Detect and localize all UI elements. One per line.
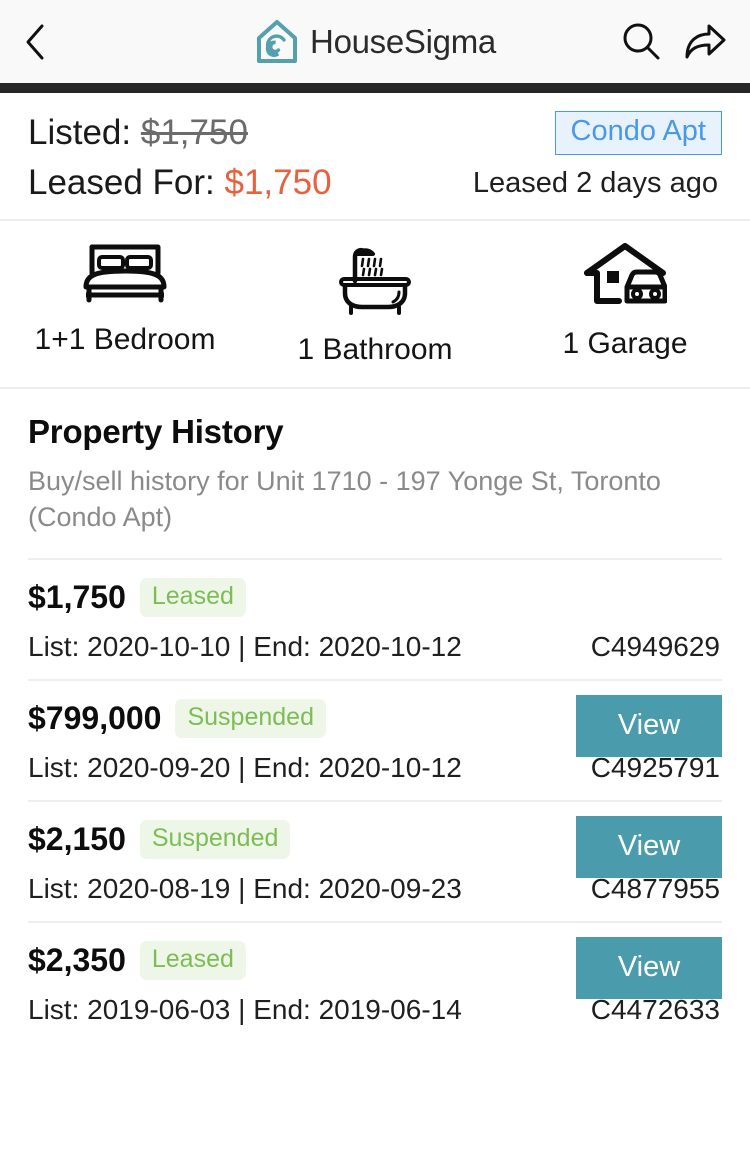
view-button[interactable]: View [576, 694, 722, 757]
back-button[interactable] [22, 22, 68, 62]
price-summary: Listed: $1,750 Condo Apt Leased For: $1,… [0, 93, 750, 221]
brand-name: HouseSigma [310, 22, 496, 60]
listed-price-row: Listed: $1,750 Condo Apt [28, 111, 722, 155]
property-history-section: Property History Buy/sell history for Un… [0, 389, 750, 1042]
house-garage-car-icon [584, 243, 667, 304]
history-dates: List: 2020-09-20 | End: 2020-10-12 [28, 751, 462, 783]
history-price: $2,350 [28, 941, 126, 978]
amenity-garage-label: 1 Garage [562, 327, 688, 360]
search-icon[interactable] [620, 21, 662, 63]
property-history-title: Property History [28, 413, 284, 450]
history-price: $2,150 [28, 820, 126, 857]
status-badge: Leased [139, 577, 246, 617]
amenity-garage: 1 Garage [500, 243, 750, 367]
history-price: $799,000 [28, 699, 162, 736]
amenity-bathroom: 1 Bathroom [250, 243, 500, 367]
nav-actions [620, 21, 728, 63]
property-history-subtitle: Buy/sell history for Unit 1710 - 197 Yon… [28, 466, 661, 533]
table-row: $1,750 Leased List: 2020-10-10 | End: 20… [28, 557, 722, 679]
history-mls-number: C4949629 [590, 630, 720, 662]
history-row-bottom: List: 2020-10-10 | End: 2020-10-12 C4949… [28, 631, 722, 663]
share-arrow-icon[interactable] [682, 21, 728, 63]
top-navbar: HouseSigma [0, 0, 750, 83]
chevron-left-icon[interactable] [22, 22, 48, 62]
history-dates: List: 2020-08-19 | End: 2020-09-23 [28, 872, 462, 904]
table-row: $799,000 Suspended List: 2020-09-20 | En… [28, 678, 722, 800]
dark-divider-strip [0, 83, 750, 93]
leased-price-label: Leased For: [28, 163, 225, 202]
bed-icon [83, 244, 167, 303]
leased-price-value: $1,750 [224, 163, 332, 202]
status-badge: Suspended [175, 698, 326, 738]
amenity-bedroom-label: 1+1 Bedroom [34, 323, 216, 356]
listed-price-value: $1,750 [140, 113, 248, 152]
amenity-bathroom-label: 1 Bathroom [297, 333, 453, 366]
history-dates: List: 2019-06-03 | End: 2019-06-14 [28, 993, 462, 1025]
amenity-bedroom: 1+1 Bedroom [0, 243, 250, 367]
property-history-list: $1,750 Leased List: 2020-10-10 | End: 20… [28, 557, 722, 1042]
view-button[interactable]: View [576, 815, 722, 878]
history-row-top: $1,750 Leased [28, 577, 722, 617]
table-row: $2,150 Suspended List: 2020-08-19 | End:… [28, 799, 722, 921]
amenities-row: 1+1 Bedroom 1 Bathroom 1 Garage [0, 221, 750, 389]
property-type-badge[interactable]: Condo Apt [554, 111, 722, 155]
listed-price-label: Listed: [28, 113, 141, 152]
leased-timestamp: Leased 2 days ago [472, 166, 718, 199]
view-button[interactable]: View [576, 936, 722, 999]
table-row: $2,350 Leased List: 2019-06-03 | End: 20… [28, 920, 722, 1042]
housesigma-house-spiral-logo [257, 19, 298, 63]
history-price: $1,750 [28, 578, 126, 615]
bathtub-shower-icon [339, 247, 411, 315]
listed-price: Listed: $1,750 [28, 113, 248, 153]
leased-price: Leased For: $1,750 [28, 163, 332, 203]
history-dates: List: 2020-10-10 | End: 2020-10-12 [28, 630, 462, 662]
status-badge: Leased [139, 940, 246, 980]
leased-price-row: Leased For: $1,750 Leased 2 days ago [28, 163, 722, 203]
status-badge: Suspended [139, 819, 291, 859]
